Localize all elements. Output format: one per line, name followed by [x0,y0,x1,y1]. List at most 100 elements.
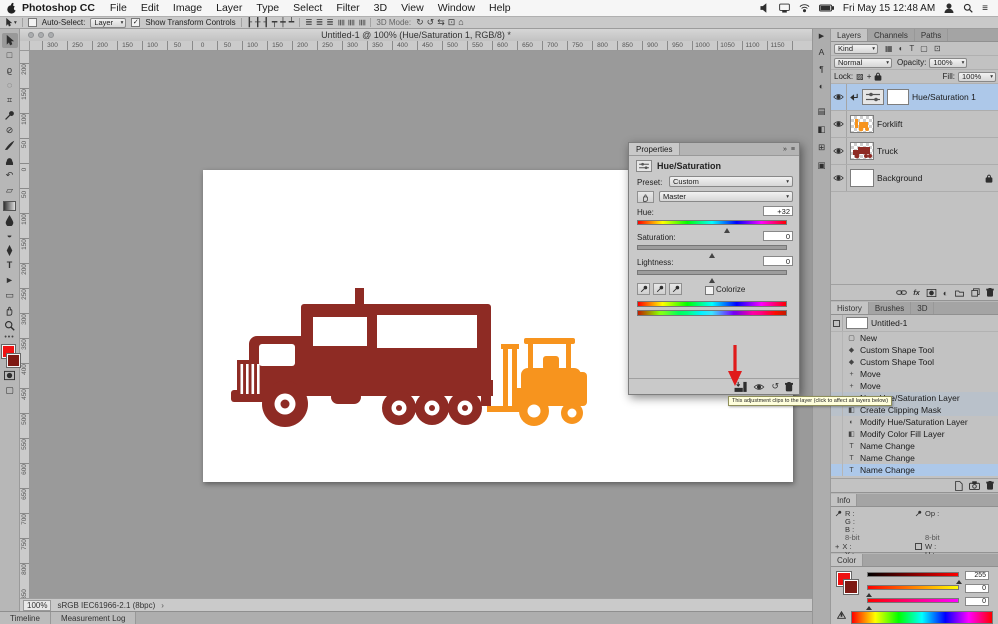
history-state-label[interactable]: Modify Hue/Saturation Layer [860,417,968,427]
zoom-tool[interactable] [2,318,18,333]
mode-3d-icon[interactable]: ⌂ [458,18,463,27]
align-icon[interactable]: ┿ [280,18,285,27]
path-selection-tool[interactable]: ► [2,273,18,288]
window-zoom-button[interactable] [48,32,54,38]
hue-value[interactable]: +32 [763,206,793,216]
visibility-eye-icon[interactable] [831,84,847,110]
eyedropper-add-icon[interactable] [653,283,666,295]
distribute-icon[interactable]: ≣ [326,18,334,27]
history-brush-tool[interactable]: ↶ [2,168,18,183]
history-state-row[interactable]: T Name Change [831,464,998,476]
mode-3d-icon[interactable]: ↻ [416,18,424,27]
lock-position-icon[interactable]: + [867,72,872,81]
panel-menu-icon[interactable]: ≡ [791,146,795,153]
layer-thumbnail[interactable] [850,169,874,187]
blue-slider[interactable] [867,598,959,603]
adjustment-layer-thumbnail[interactable] [862,89,884,105]
distribute-icon[interactable]: ≣ [357,19,366,27]
eyedropper-tool[interactable] [2,108,18,123]
panel-tab[interactable]: History [831,302,869,314]
bottom-panel-tab[interactable]: Measurement Log [51,612,136,624]
history-state-row[interactable]: ◐ Modify Hue/Saturation Layer [831,416,998,428]
mode-3d-icon[interactable]: ⊡ [448,18,456,27]
history-source-cell[interactable] [831,315,843,331]
delete-adjustment-icon[interactable] [785,382,793,392]
menu-item[interactable]: File [103,2,134,14]
window-minimize-button[interactable] [38,32,44,38]
color-spectrum-ramp[interactable] [851,611,993,624]
history-state-label[interactable]: Custom Shape Tool [860,357,934,367]
panel-tab[interactable]: Color [831,554,863,566]
panel-dock-icon[interactable]: ¶ [819,64,824,74]
auto-select-checkbox[interactable] [28,18,37,27]
bottom-panel-tab[interactable]: Timeline [0,612,51,624]
filter-type-icon[interactable]: ⊡ [934,45,941,53]
rectangle-tool[interactable]: ▭ [2,288,18,303]
filter-type-icon[interactable]: ◐ [899,45,904,53]
saturation-slider[interactable] [637,245,787,250]
background-color-swatch[interactable] [7,354,20,367]
horizontal-ruler[interactable]: 3002502001501005005010015020025030035040… [30,41,812,51]
colorize-checkbox[interactable] [705,286,714,295]
delete-state-icon[interactable] [986,481,994,490]
kind-filter-select[interactable]: Kind▾ [834,44,878,54]
layer-row-hue-saturation[interactable]: Hue/Saturation 1 [831,84,998,111]
align-icon[interactable]: ┨ [263,18,268,27]
channel-select[interactable]: Master▾ [659,191,793,202]
collapse-panel-icon[interactable]: » [783,146,787,153]
opacity-select[interactable]: 100%▾ [929,58,967,68]
menu-item[interactable]: 3D [367,2,394,14]
vertical-ruler[interactable]: 2001501005005010015020025030035040045050… [20,51,30,598]
history-state-row[interactable]: + Move [831,380,998,392]
layer-name[interactable]: Forklift [877,119,903,129]
menu-item[interactable]: View [394,2,431,14]
layer-thumbnail[interactable] [850,115,874,133]
apple-menu-icon[interactable] [6,2,17,15]
red-value[interactable]: 255 [965,571,989,580]
history-state-label[interactable]: Move [860,381,881,391]
panel-tab[interactable]: 3D [911,302,934,314]
green-slider[interactable] [867,585,959,590]
history-state-label[interactable]: Move [860,369,881,379]
distribute-icon[interactable]: ≣ [305,18,313,27]
lasso-tool[interactable]: ϱ [2,63,18,78]
layer-row-forklift[interactable]: Forklift [831,111,998,138]
link-layers-icon[interactable] [896,289,907,296]
properties-tab[interactable]: Properties [629,143,680,155]
panel-dock-icon[interactable]: A [819,47,825,57]
dodge-tool[interactable]: ◒ [2,228,18,243]
panel-tab[interactable]: Info [831,494,857,506]
align-icon[interactable]: ┠ [247,18,252,27]
delete-layer-icon[interactable] [986,288,994,297]
edit-toolbar-icon[interactable]: ••• [4,334,14,341]
history-source-cell[interactable] [831,440,843,452]
visibility-eye-icon[interactable] [831,138,847,164]
panel-dock-icon[interactable]: ⊞ [818,142,825,153]
reset-adjustment-icon[interactable]: ↺ [771,381,779,392]
preset-select[interactable]: Custom▾ [669,176,793,187]
menu-item[interactable]: Image [166,2,209,14]
quick-selection-tool[interactable]: ◌ [2,78,18,93]
distribute-icon[interactable]: ≣ [347,19,356,27]
new-adjustment-icon[interactable]: ◐ [943,288,948,298]
panel-dock-icon[interactable]: ▣ [817,160,825,171]
menu-item[interactable]: Window [431,2,482,14]
menu-item[interactable]: Layer [209,2,249,14]
history-source-cell[interactable] [831,344,843,356]
user-icon[interactable] [944,3,954,13]
history-source-cell[interactable] [831,368,843,380]
red-slider[interactable] [867,572,959,577]
history-state-label[interactable]: Name Change [860,465,915,475]
distribute-icon[interactable]: ≣ [316,18,324,27]
menu-clock[interactable]: Fri May 15 12:48 AM [843,3,935,14]
notification-list-icon[interactable]: ≡ [982,3,988,14]
history-state-row[interactable]: ◆ Custom Shape Tool [831,344,998,356]
panel-tab[interactable]: Paths [915,29,948,41]
align-icon[interactable]: ┷ [289,18,294,27]
history-state-row[interactable]: ▢ New [831,332,998,344]
hand-tool[interactable] [2,303,18,318]
filter-type-icon[interactable]: T [909,45,914,53]
targeted-adjustment-icon[interactable] [637,191,654,203]
filter-type-icon[interactable]: ▦ [885,45,893,53]
layer-name[interactable]: Background [877,173,922,183]
